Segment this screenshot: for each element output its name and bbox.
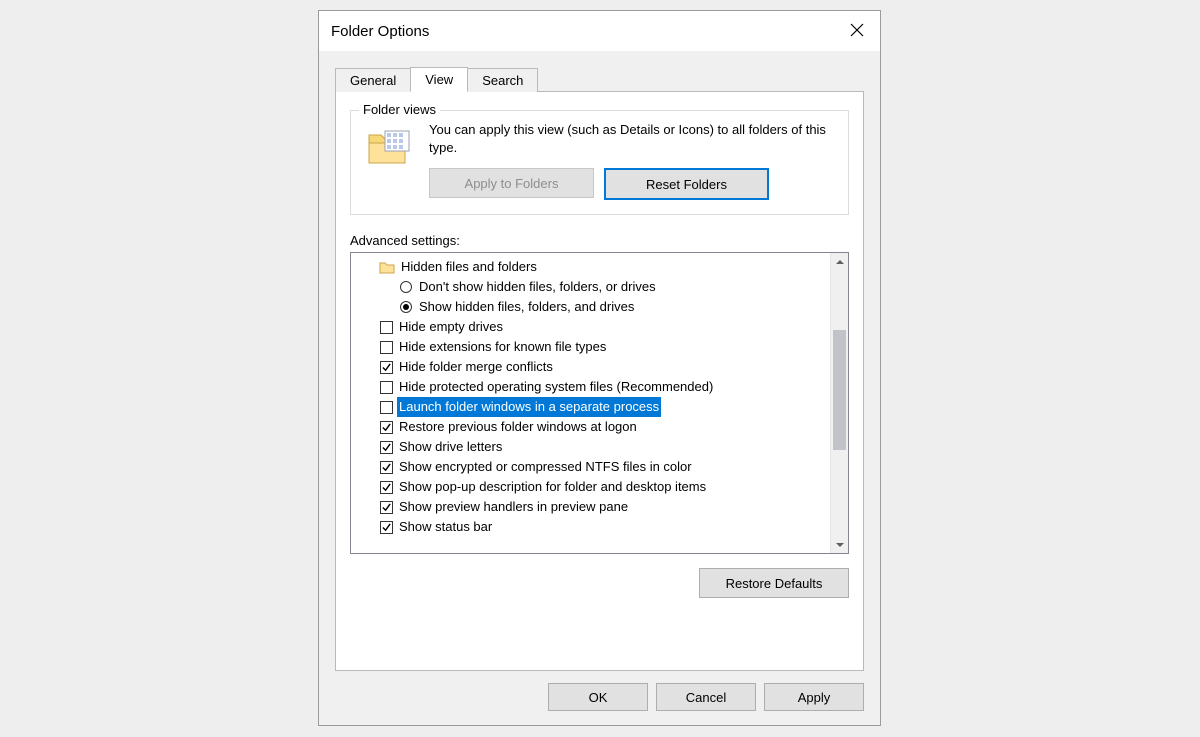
reset-folders-button[interactable]: Reset Folders [604,168,769,200]
checkbox-icon [379,460,393,474]
checkbox-icon [379,420,393,434]
radio-icon [399,300,413,314]
list-item[interactable]: Show preview handlers in preview pane [359,497,828,517]
radio-label: Don't show hidden files, folders, or dri… [417,277,658,297]
item-label: Hide folder merge conflicts [397,357,555,377]
close-icon [850,23,864,40]
list-group-hidden-files: Hidden files and folders [359,257,828,277]
checkbox-icon [379,380,393,394]
list-item[interactable]: Show encrypted or compressed NTFS files … [359,457,828,477]
titlebar: Folder Options [319,11,880,51]
checkbox-icon [379,320,393,334]
folder-views-icon [365,121,413,172]
scroll-up-button[interactable] [831,253,848,270]
radio-label: Show hidden files, folders, and drives [417,297,636,317]
checkbox-icon [379,340,393,354]
checkbox-icon [379,520,393,534]
tab-panel-view: Folder views [335,92,864,671]
item-label: Show drive letters [397,437,504,457]
scroll-track[interactable] [831,270,848,536]
checkbox-icon [379,440,393,454]
item-label: Hide protected operating system files (R… [397,377,715,397]
dialog-buttons: OK Cancel Apply [319,683,880,725]
apply-to-folders-button: Apply to Folders [429,168,594,198]
list-item[interactable]: Hide extensions for known file types [359,337,828,357]
list-item[interactable]: Restore previous folder windows at logon [359,417,828,437]
close-button[interactable] [834,11,880,51]
list-item[interactable]: Show status bar [359,517,828,537]
checkbox-icon [379,500,393,514]
folder-options-dialog: Folder Options General View Search Folde… [318,10,881,726]
folder-views-legend: Folder views [359,102,440,117]
tab-bar: General View Search [335,63,864,92]
checkbox-icon [379,400,393,414]
item-label: Show status bar [397,517,494,537]
cancel-button[interactable]: Cancel [656,683,756,711]
scrollbar[interactable] [830,253,848,553]
advanced-settings-label: Advanced settings: [350,233,849,248]
item-label: Show pop-up description for folder and d… [397,477,708,497]
item-label: Hide extensions for known file types [397,337,608,357]
radio-show[interactable]: Show hidden files, folders, and drives [359,297,828,317]
list-item[interactable]: Hide protected operating system files (R… [359,377,828,397]
group-label: Hidden files and folders [399,257,539,277]
list-item[interactable]: Show drive letters [359,437,828,457]
list-item[interactable]: Hide folder merge conflicts [359,357,828,377]
folder-views-text: You can apply this view (such as Details… [429,121,834,156]
list-item[interactable]: Launch folder windows in a separate proc… [359,397,828,417]
ok-button[interactable]: OK [548,683,648,711]
item-label: Restore previous folder windows at logon [397,417,639,437]
tab-search[interactable]: Search [467,68,538,92]
apply-button[interactable]: Apply [764,683,864,711]
folder-views-group: Folder views [350,110,849,215]
item-label: Show preview handlers in preview pane [397,497,630,517]
item-label: Hide empty drives [397,317,505,337]
item-label: Launch folder windows in a separate proc… [397,397,661,417]
tab-general[interactable]: General [335,68,411,92]
scroll-thumb[interactable] [833,330,846,450]
checkbox-icon [379,360,393,374]
list-item[interactable]: Hide empty drives [359,317,828,337]
advanced-settings-list[interactable]: Hidden files and foldersDon't show hidde… [350,252,849,554]
scroll-down-button[interactable] [831,536,848,553]
radio-hide[interactable]: Don't show hidden files, folders, or dri… [359,277,828,297]
folder-icon [379,260,395,274]
list-item[interactable]: Show pop-up description for folder and d… [359,477,828,497]
tab-view[interactable]: View [410,67,468,92]
checkbox-icon [379,480,393,494]
window-title: Folder Options [331,23,429,40]
restore-defaults-button[interactable]: Restore Defaults [699,568,849,598]
item-label: Show encrypted or compressed NTFS files … [397,457,694,477]
radio-icon [399,280,413,294]
